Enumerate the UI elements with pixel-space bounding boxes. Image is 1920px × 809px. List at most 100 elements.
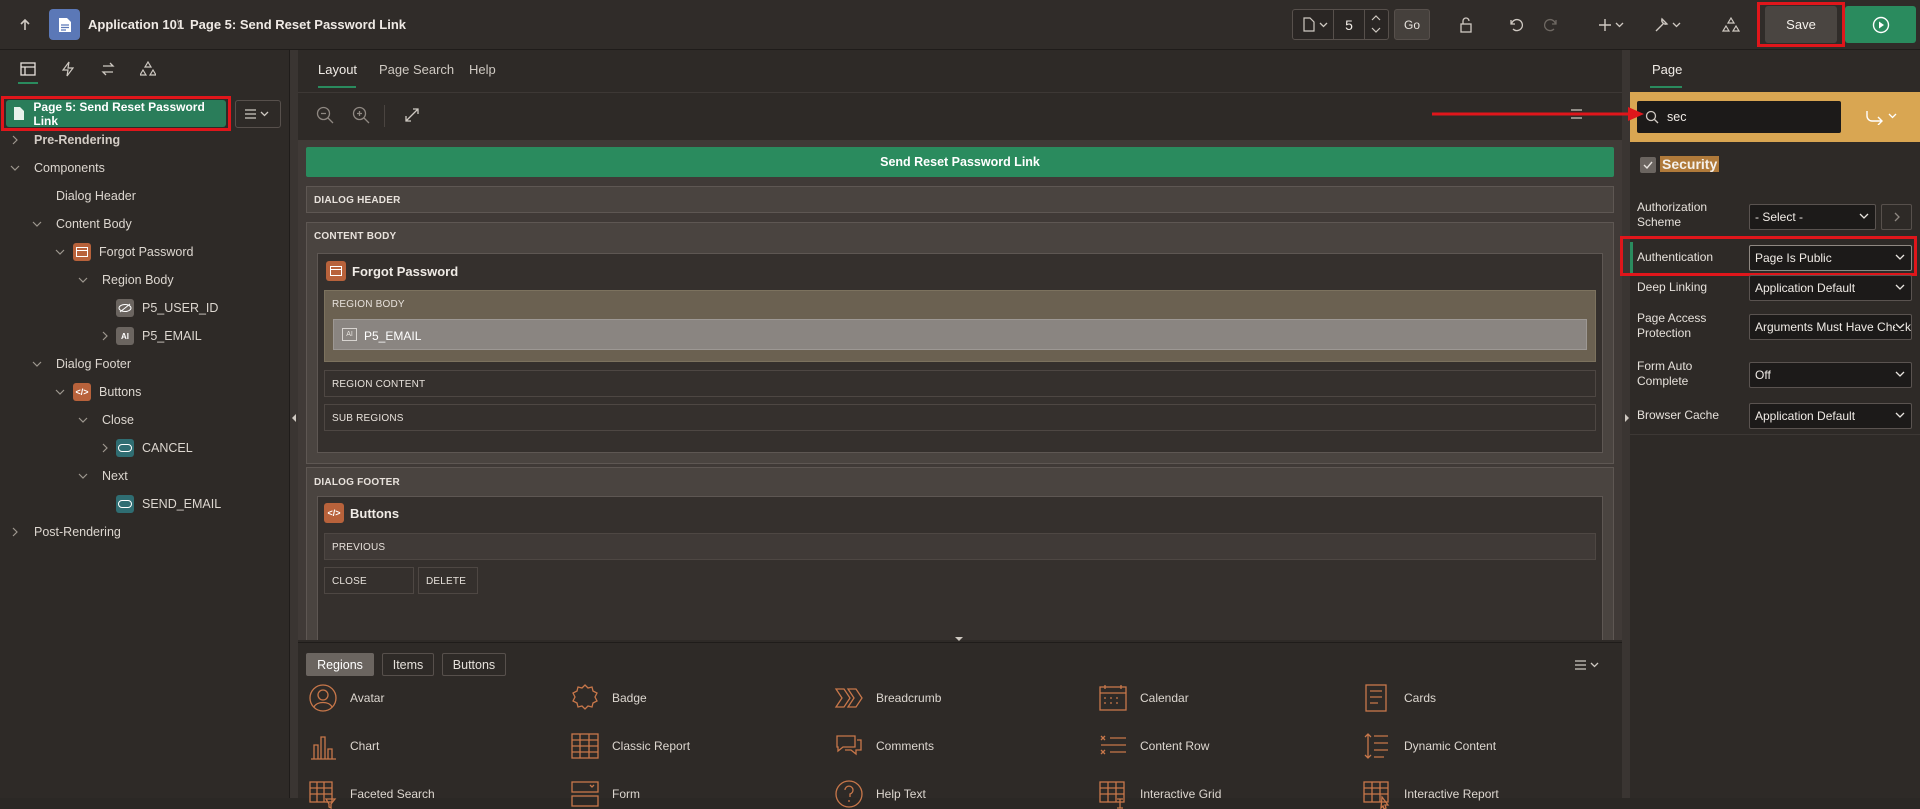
region-body-position[interactable]: REGION BODY AI P5_EMAIL (324, 290, 1596, 362)
tree-node-p5-email[interactable]: AI P5_EMAIL (100, 326, 202, 346)
forgot-password-region[interactable]: Forgot Password REGION BODY AI P5_EMAIL … (317, 253, 1603, 453)
gallery-panel: Regions Items Buttons Avatar Badge Bread… (298, 642, 1630, 809)
tab-help[interactable]: Help (469, 62, 496, 77)
stepper-icon[interactable] (1370, 13, 1382, 35)
content-body-position[interactable]: CONTENT BODY Forgot Password REGION BODY… (306, 222, 1614, 464)
previous-position[interactable]: PREVIOUS (324, 533, 1596, 560)
tree-node-send-email[interactable]: SEND_EMAIL (116, 494, 221, 514)
tree-node-forgot-password[interactable]: Forgot Password (55, 242, 193, 262)
chevron-down-icon (1895, 284, 1905, 290)
zoom-out-icon[interactable] (316, 106, 334, 124)
chevron-down-icon (78, 417, 88, 423)
gallery-item-comments[interactable]: Comments (834, 731, 934, 761)
text-field-icon: AI (116, 327, 134, 345)
go-button[interactable]: Go (1394, 9, 1430, 40)
tree-node-pre-rendering[interactable]: Pre-Rendering (10, 130, 120, 150)
sub-regions-position[interactable]: SUB REGIONS (324, 404, 1596, 431)
tree-node-p5-user-id[interactable]: P5_USER_ID (116, 298, 218, 318)
dynamic-actions-tab-icon[interactable] (62, 61, 74, 77)
page-selector[interactable]: 5 (1292, 9, 1389, 40)
region-content-position[interactable]: REGION CONTENT (324, 370, 1596, 397)
gallery-item-interactive-grid[interactable]: Interactive Grid (1098, 779, 1221, 809)
shared-components-tab-icon[interactable] (140, 61, 156, 77)
up-arrow-icon[interactable] (12, 9, 38, 41)
gallery-item-breadcrumb[interactable]: Breadcrumb (834, 683, 941, 713)
tree-node-components[interactable]: Components (10, 158, 105, 178)
go-to-scheme-button[interactable] (1881, 204, 1912, 230)
gallery-item-avatar[interactable]: Avatar (308, 683, 384, 713)
page-icon (10, 105, 27, 123)
code-region-icon: </> (73, 383, 91, 401)
expand-icon[interactable] (404, 107, 420, 123)
tree-node-dialog-footer[interactable]: Dialog Footer (32, 354, 131, 374)
gallery-tab-regions[interactable]: Regions (306, 653, 374, 676)
gallery-item-chart[interactable]: Chart (308, 731, 379, 761)
app-icon[interactable] (49, 9, 80, 40)
gallery-item-classic-report[interactable]: Classic Report (570, 731, 690, 761)
group-title-security[interactable]: Security (1660, 156, 1720, 172)
utilities-wrench-icon[interactable] (1652, 9, 1686, 41)
tree-node-buttons[interactable]: </> Buttons (55, 382, 141, 402)
tree-node-region-body[interactable]: Region Body (78, 270, 174, 290)
authorization-scheme-select[interactable]: - Select - (1749, 204, 1876, 230)
dialog-footer-position[interactable]: DIALOG FOOTER </> Buttons PREVIOUS CLOSE… (306, 467, 1614, 640)
annotation-arrow (1432, 107, 1644, 121)
close-position[interactable]: CLOSE (324, 567, 414, 594)
tree-node-content-body[interactable]: Content Body (32, 214, 132, 234)
rendering-tab-icon[interactable] (20, 62, 36, 76)
gallery-item-cards[interactable]: Cards (1362, 683, 1436, 713)
prop-label-authentication: Authentication (1637, 250, 1714, 264)
property-search-field[interactable]: sec (1637, 101, 1841, 133)
tab-layout[interactable]: Layout (318, 62, 357, 77)
authentication-select[interactable]: Page Is Public (1749, 245, 1912, 271)
page-node-label: Page 5: Send Reset Password Link (33, 99, 205, 128)
right-splitter[interactable] (1622, 50, 1630, 798)
deep-linking-select[interactable]: Application Default (1749, 275, 1912, 301)
undo-icon[interactable] (1503, 9, 1529, 41)
gallery-item-badge[interactable]: Badge (570, 683, 647, 713)
search-input-value[interactable]: sec (1667, 110, 1686, 124)
tree-node-dialog-header[interactable]: Dialog Header (56, 186, 136, 206)
shared-components-icon[interactable] (1718, 9, 1744, 41)
delete-position[interactable]: DELETE (418, 567, 478, 594)
gallery-item-dynamic-content[interactable]: Dynamic Content (1362, 731, 1496, 761)
page-access-protection-select[interactable]: Arguments Must Have Checksum (1749, 314, 1912, 340)
buttons-region[interactable]: </> Buttons PREVIOUS CLOSE DELETE (317, 496, 1603, 640)
tree-node-close[interactable]: Close (78, 410, 134, 430)
left-splitter[interactable] (290, 50, 298, 798)
p5-email-item[interactable]: AI P5_EMAIL (333, 319, 1587, 350)
app-name-link[interactable]: Application 101 (88, 17, 184, 32)
gallery-item-interactive-report[interactable]: Interactive Report (1362, 779, 1499, 809)
chevron-down-icon (55, 249, 65, 255)
gallery-menu-icon[interactable] (1574, 659, 1602, 671)
tree-node-post-rendering[interactable]: Post-Rendering (10, 522, 121, 542)
save-button[interactable]: Save (1765, 6, 1837, 43)
redo-icon[interactable] (1538, 9, 1564, 41)
browser-cache-select[interactable]: Application Default (1749, 403, 1912, 429)
tree-node-next[interactable]: Next (78, 466, 128, 486)
gallery-item-form[interactable]: Form (570, 779, 640, 809)
tree-node-cancel[interactable]: CANCEL (100, 438, 193, 458)
gallery-item-content-row[interactable]: Content Row (1098, 731, 1209, 761)
collapse-checkbox[interactable] (1640, 157, 1656, 173)
form-auto-complete-select[interactable]: Off (1749, 362, 1912, 388)
gallery-tab-buttons[interactable]: Buttons (442, 653, 506, 676)
tab-page[interactable]: Page (1652, 62, 1682, 77)
tree-menu-button[interactable] (235, 100, 281, 128)
chevron-right-icon (1894, 212, 1900, 222)
gallery-item-help-text[interactable]: Help Text (834, 779, 926, 809)
processing-tab-icon[interactable] (100, 61, 116, 77)
create-menu-button[interactable] (1596, 9, 1630, 41)
gallery-item-calendar[interactable]: Calendar (1098, 683, 1189, 713)
page-node-header[interactable]: Page 5: Send Reset Password Link (6, 99, 226, 128)
chevron-down-icon (1895, 254, 1905, 260)
lock-icon[interactable] (1454, 9, 1480, 41)
tab-page-search[interactable]: Page Search (379, 62, 454, 77)
run-page-button[interactable] (1845, 6, 1916, 43)
dialog-header-position[interactable]: DIALOG HEADER (306, 186, 1614, 213)
go-to-group-icon[interactable] (1865, 109, 1899, 125)
page-number-input[interactable]: 5 (1333, 10, 1365, 39)
zoom-in-icon[interactable] (352, 106, 370, 124)
gallery-item-faceted-search[interactable]: Faceted Search (308, 779, 435, 809)
gallery-tab-items[interactable]: Items (382, 653, 434, 676)
